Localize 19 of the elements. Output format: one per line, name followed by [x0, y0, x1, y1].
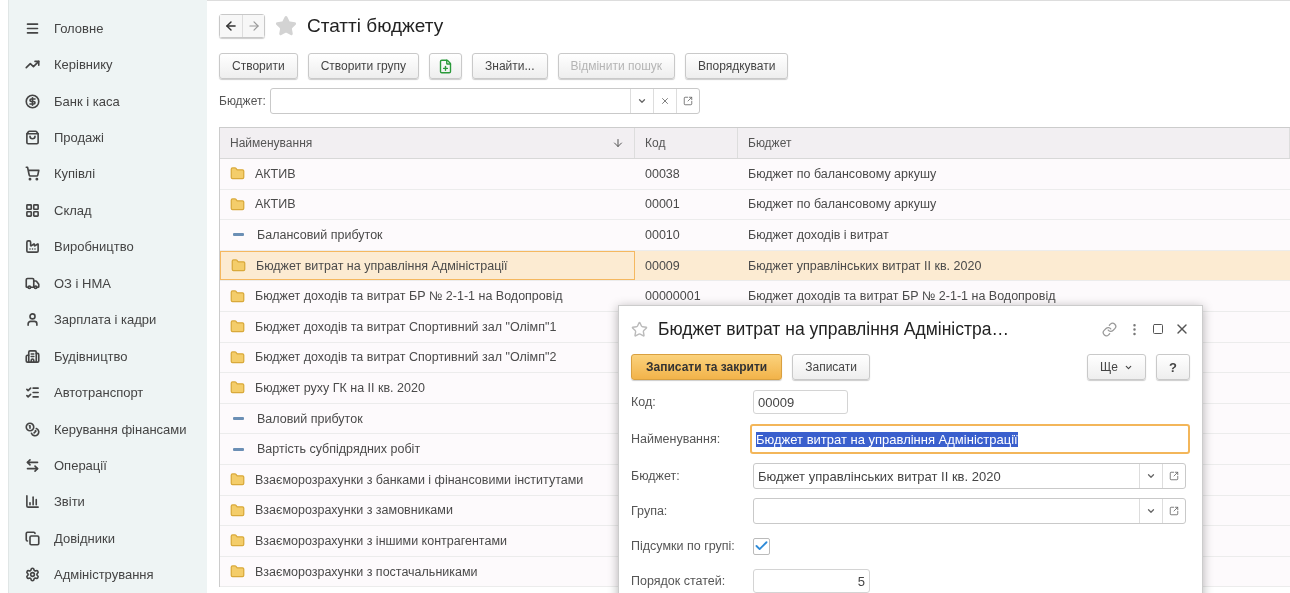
table-cell-text: Бюджет по балансовому аркушу: [747, 196, 938, 214]
field-label: Група:: [631, 504, 669, 518]
table-cell-text: Бюджет по балансовому аркушу: [747, 165, 938, 183]
window-title: Статті бюджету: [307, 15, 444, 37]
table-cell: Бюджет витрат на управління Адміністрації: [220, 250, 635, 281]
table-cell-text: Бюджет доходів та витрат БР № 2-1-1 на Водопровід: [747, 288, 1057, 306]
table-cell-text: Бюджет управлінських витрат ІІ кв. 2020: [747, 257, 983, 275]
table-cell-text: Бюджет доходів і витрат: [747, 227, 890, 244]
table-cell: АКТИВ: [220, 189, 635, 220]
table-cell-text: 00009: [644, 257, 681, 275]
table-cell: АКТИВ: [220, 159, 635, 189]
table-cell-text: 00038: [644, 165, 681, 183]
table-cell-text: 00000001: [644, 288, 702, 306]
table-cell-text: 00001: [644, 196, 681, 214]
table-cell-text: 00010: [644, 227, 681, 244]
field-label: Бюджет:: [219, 94, 266, 108]
table-cell: Балансовий прибуток: [220, 220, 635, 250]
table-cell: Бюджет доходів та витрат БР № 2-1-1 на Водопровід: [220, 281, 635, 311]
dialog-title: Бюджет витрат на управління Адміністра…: [658, 318, 1010, 340]
